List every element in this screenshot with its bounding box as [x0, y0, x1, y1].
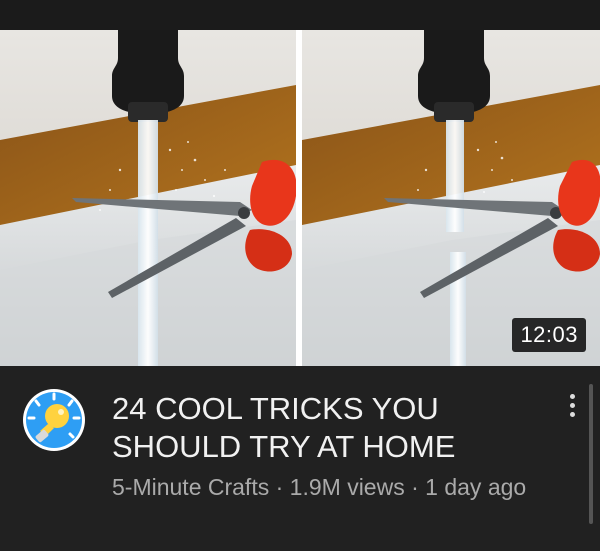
meta-separator: · — [269, 474, 290, 500]
channel-avatar[interactable] — [22, 388, 86, 452]
scrollbar[interactable] — [589, 384, 593, 524]
video-title[interactable]: 24 COOL TRICKS YOU SHOULD TRY AT HOME — [112, 390, 532, 466]
lightbulb-icon — [23, 389, 85, 451]
more-vert-icon[interactable] — [560, 390, 584, 430]
right-panel — [302, 30, 600, 366]
video-duration: 12:03 — [512, 318, 586, 352]
channel-name[interactable]: 5-Minute Crafts — [112, 474, 269, 500]
video-thumbnail[interactable]: 12:03 — [0, 30, 600, 366]
left-panel — [0, 30, 297, 366]
thumbnail-image — [0, 30, 600, 366]
meta-separator: · — [404, 474, 426, 500]
view-count: 1.9M views — [289, 474, 405, 500]
upload-age: 1 day ago — [425, 474, 527, 500]
video-metadata: 5-Minute Crafts · 1.9M views · 1 day ago — [112, 472, 542, 503]
status-strip — [0, 0, 600, 30]
video-details[interactable]: 24 COOL TRICKS YOU SHOULD TRY AT HOME 5-… — [0, 366, 600, 551]
